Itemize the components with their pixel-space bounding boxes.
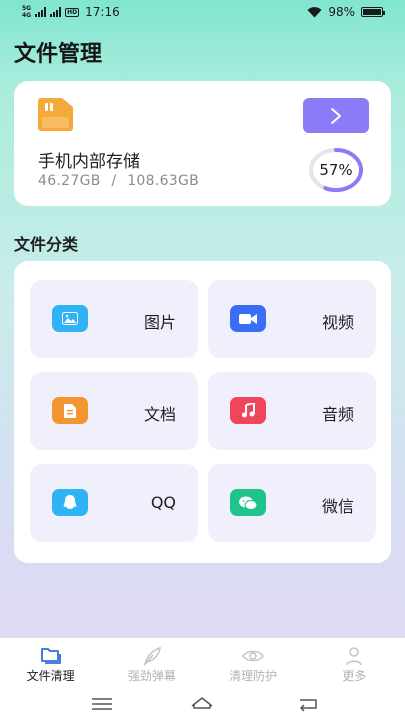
category-panel: 图片 视频 文档 音频 QQ 微信	[14, 261, 391, 563]
nav-item-protection[interactable]: 清理防护	[203, 638, 304, 690]
chevron-right-icon	[331, 107, 341, 124]
category-label: 图片	[143, 313, 176, 332]
category-label: 音频	[321, 405, 354, 424]
category-label: QQ	[150, 493, 176, 512]
category-tile-documents[interactable]: 文档	[30, 372, 198, 450]
category-tile-images[interactable]: 图片	[30, 280, 198, 358]
category-section-title: 文件分类	[14, 235, 79, 254]
nav-item-more[interactable]: 更多	[304, 638, 405, 690]
system-nav-bar	[0, 690, 405, 720]
nav-label: 文件清理	[26, 669, 75, 683]
music-note-icon	[230, 397, 266, 424]
document-icon	[52, 397, 88, 424]
storage-separator: /	[111, 173, 117, 189]
home-icon[interactable]	[190, 694, 214, 714]
storage-used: 46.27GB	[38, 173, 101, 189]
usage-percent: 57%	[319, 161, 353, 179]
feather-icon	[143, 646, 161, 666]
wechat-icon	[230, 489, 266, 516]
go-storage-button[interactable]	[303, 98, 369, 133]
storage-usage: 46.27GB / 108.63GB	[38, 173, 199, 189]
storage-total: 108.63GB	[127, 173, 200, 189]
image-icon	[52, 305, 88, 332]
storage-card[interactable]: 手机内部存储 46.27GB / 108.63GB 57%	[14, 81, 391, 206]
status-bar: 5G 4G HD 17:16 98%	[0, 0, 405, 26]
network-type: 5G 4G	[22, 5, 32, 19]
battery-percent: 98%	[328, 5, 355, 19]
sd-card-folder-icon	[38, 98, 73, 131]
category-tile-videos[interactable]: 视频	[208, 280, 376, 358]
eye-icon	[242, 650, 265, 662]
wifi-icon	[307, 6, 322, 17]
signal-icon	[35, 7, 47, 17]
category-label: 视频	[321, 313, 354, 332]
usage-ring: 57%	[308, 147, 364, 193]
category-tile-qq[interactable]: QQ	[30, 464, 198, 542]
nav-label: 清理防护	[229, 669, 278, 683]
signal-icon-2	[50, 7, 62, 17]
category-label: 文档	[143, 405, 176, 424]
page-title: 文件管理	[14, 42, 103, 67]
back-icon[interactable]	[296, 694, 320, 714]
person-icon	[346, 647, 363, 666]
category-tile-audio[interactable]: 音频	[208, 372, 376, 450]
nav-label: 强劲弹幕	[127, 669, 176, 683]
category-tile-wechat[interactable]: 微信	[208, 464, 376, 542]
qq-penguin-icon	[52, 489, 88, 516]
category-label: 微信	[321, 497, 354, 516]
nav-label: 更多	[342, 669, 367, 683]
hd-badge: HD	[65, 7, 80, 17]
nav-item-file-clean[interactable]: 文件清理	[0, 638, 101, 690]
nav-item-danmaku[interactable]: 强劲弹幕	[101, 638, 202, 690]
clock: 17:16	[85, 5, 120, 19]
menu-icon[interactable]	[90, 694, 114, 714]
bottom-nav: 文件清理 强劲弹幕 清理防护 更多	[0, 638, 405, 690]
battery-icon	[361, 7, 385, 17]
folders-icon	[40, 648, 61, 664]
video-camera-icon	[230, 305, 266, 332]
storage-name: 手机内部存储	[38, 152, 140, 172]
